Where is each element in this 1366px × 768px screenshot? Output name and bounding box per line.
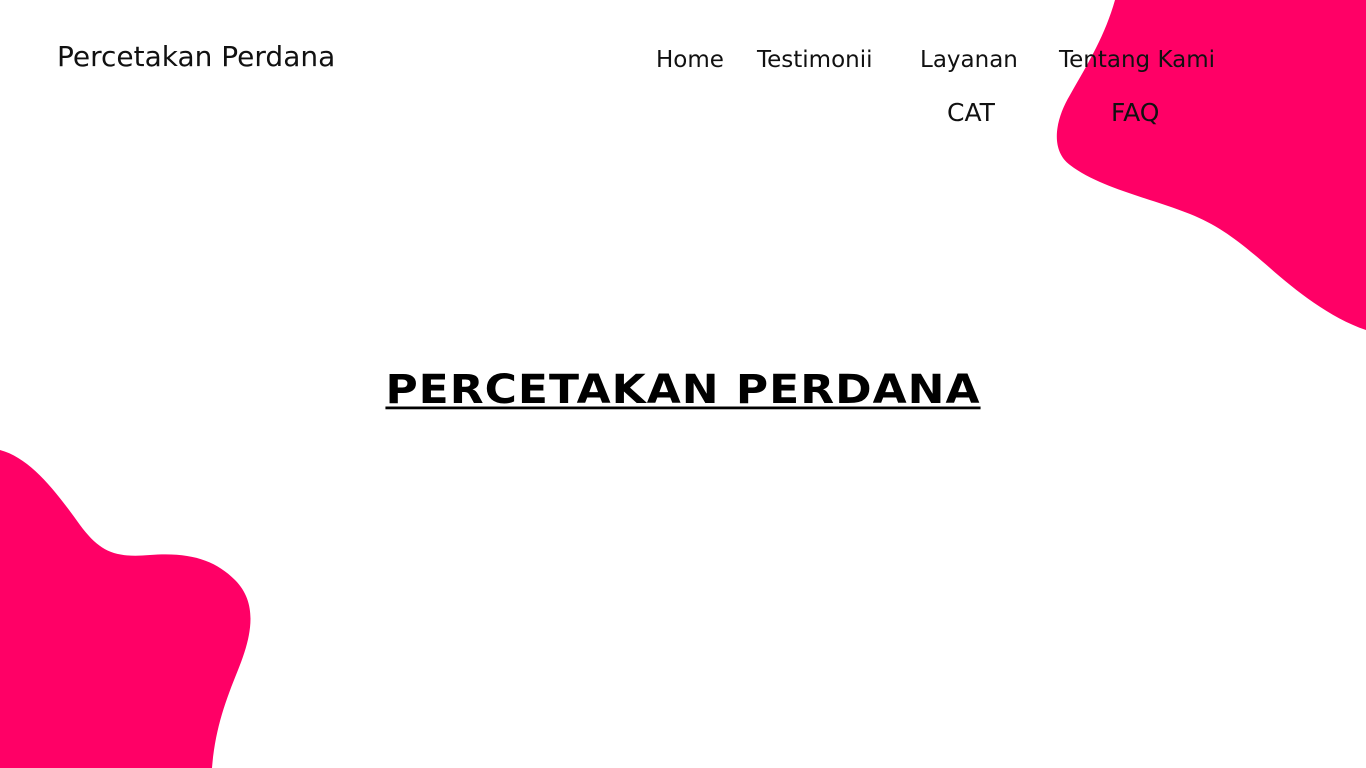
nav-item-home[interactable]: Home bbox=[656, 47, 724, 73]
nav-item-faq[interactable]: FAQ bbox=[1111, 98, 1159, 127]
hero-title: PERCETAKAN PERDANA bbox=[385, 366, 981, 413]
blob-shape bbox=[0, 450, 251, 768]
brand-logo-link[interactable]: Percetakan Perdana bbox=[57, 40, 335, 73]
nav-item-cat[interactable]: CAT bbox=[947, 98, 995, 127]
nav-item-testimoni[interactable]: Testimonii bbox=[757, 47, 873, 73]
hero-title-container: PERCETAKAN PERDANA bbox=[0, 364, 1366, 415]
page: Percetakan Perdana Home Testimonii Layan… bbox=[0, 0, 1366, 768]
nav-item-tentang-kami[interactable]: Tentang Kami bbox=[1059, 47, 1215, 73]
decorative-blob-bottom-left bbox=[0, 450, 251, 768]
nav-item-layanan[interactable]: Layanan bbox=[920, 47, 1018, 73]
